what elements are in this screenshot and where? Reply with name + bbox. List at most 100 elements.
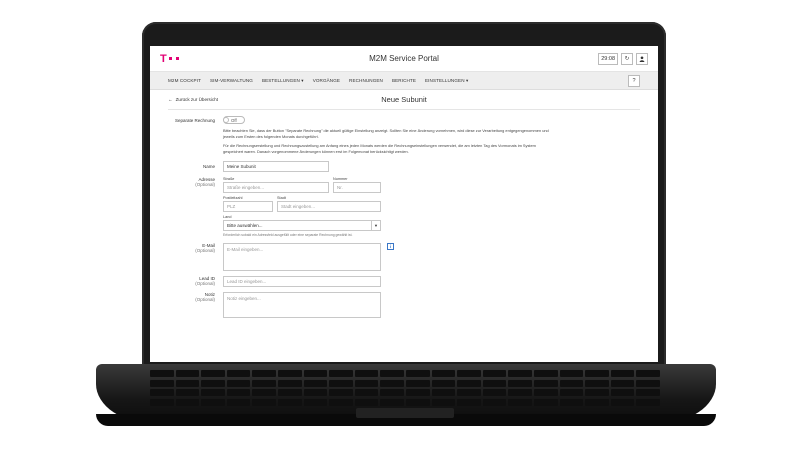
keyboard-key xyxy=(585,398,609,406)
name-label: Name xyxy=(202,163,215,169)
keyboard-key xyxy=(610,398,635,406)
nav-item-processes[interactable]: Vorgänge xyxy=(313,78,340,83)
number-label: Nummer xyxy=(333,176,348,181)
keyboard-key xyxy=(226,379,251,387)
keyboard-key xyxy=(636,379,660,387)
lead-id-label: Lead ID (Optional) xyxy=(195,275,215,287)
nav-item-cockpit[interactable]: M2M Cockpit xyxy=(168,78,201,83)
keyboard-key xyxy=(329,398,353,406)
laptop-trackpad xyxy=(356,408,454,418)
keyboard-key xyxy=(150,370,174,377)
keyboard-key xyxy=(482,370,507,377)
keyboard-key xyxy=(226,398,251,406)
help-button[interactable]: ? xyxy=(628,74,640,87)
keyboard-key xyxy=(534,389,558,396)
keyboard-key xyxy=(457,379,481,387)
keyboard-key xyxy=(610,379,635,387)
keyboard-key xyxy=(406,389,430,396)
refresh-icon[interactable]: ↻ xyxy=(621,52,633,65)
keyboard-key xyxy=(559,370,584,377)
keyboard-key xyxy=(585,389,609,396)
keyboard-key xyxy=(354,379,379,387)
nav-item-settings[interactable]: Einstellungen ▾ xyxy=(425,78,468,84)
app-screen: T M2M Service Portal 29:08 ↻ M2M Cockpit… xyxy=(150,46,658,362)
address-label: Adresse (Optional) xyxy=(195,176,215,188)
keyboard-key xyxy=(354,370,379,377)
arrow-left-icon: ← xyxy=(168,97,173,102)
keyboard-key xyxy=(278,398,302,406)
country-label: Land xyxy=(223,214,232,219)
keyboard-key xyxy=(431,379,456,387)
keyboard-key xyxy=(252,398,276,406)
keyboard-key xyxy=(406,379,430,387)
keyboard-key xyxy=(175,389,200,396)
notes-input[interactable]: Notiz eingeben... xyxy=(223,291,381,318)
nav-item-orders[interactable]: Bestellungen ▾ xyxy=(262,78,304,84)
main-nav: M2M Cockpit SIM-Verwaltung Bestellungen … xyxy=(150,72,658,90)
city-input[interactable]: Stadt eingeben... xyxy=(277,200,381,212)
keyboard-key xyxy=(508,370,532,377)
keyboard-key xyxy=(534,379,558,387)
keyboard-key xyxy=(534,398,558,406)
nav-item-invoices[interactable]: Rechnungen xyxy=(349,78,383,83)
keyboard-key xyxy=(201,370,225,377)
notes-label: Notiz (Optional) xyxy=(195,291,215,303)
keyboard-key xyxy=(508,398,532,406)
keyboard-key xyxy=(329,389,353,396)
keyboard-key xyxy=(585,370,609,377)
keyboard-key xyxy=(303,370,328,377)
keyboard-key xyxy=(482,389,507,396)
keyboard-key xyxy=(303,398,328,406)
keyboard-key xyxy=(380,370,404,377)
number-input[interactable]: Nr. xyxy=(333,181,381,193)
keyboard-key xyxy=(150,398,174,406)
zip-input[interactable]: PLZ xyxy=(223,200,273,212)
session-timer: 29:08 xyxy=(598,52,618,65)
keyboard-key xyxy=(201,398,225,406)
back-link[interactable]: ← Zurück zur Übersicht xyxy=(168,97,218,102)
keyboard-key xyxy=(585,379,609,387)
keyboard-key xyxy=(150,379,174,387)
keyboard-key xyxy=(636,370,660,377)
keyboard-key xyxy=(610,370,635,377)
keyboard-key xyxy=(431,389,456,396)
keyboard-key xyxy=(278,389,302,396)
keyboard-key xyxy=(175,370,200,377)
country-select[interactable]: Bitte auswählen... ▼ xyxy=(223,219,381,231)
street-label: Straße xyxy=(223,176,235,181)
zip-label: Postleitzahl xyxy=(223,195,243,200)
keyboard-key xyxy=(278,379,302,387)
keyboard-key xyxy=(226,389,251,396)
keyboard-key xyxy=(303,389,328,396)
keyboard-key xyxy=(559,379,584,387)
toggle-knob xyxy=(223,117,229,123)
keyboard-key xyxy=(636,398,660,406)
info-icon[interactable]: i xyxy=(387,242,394,250)
country-help-text: Erforderlich sobald ein Adressfeld ausge… xyxy=(223,232,353,237)
user-icon[interactable] xyxy=(636,52,648,65)
keyboard-key xyxy=(559,398,584,406)
keyboard-key xyxy=(431,398,456,406)
keyboard-key xyxy=(201,379,225,387)
keyboard-key xyxy=(354,389,379,396)
street-input[interactable]: Straße eingeben... xyxy=(223,181,329,193)
portal-title: M2M Service Portal xyxy=(369,54,439,63)
keyboard-key xyxy=(508,379,532,387)
keyboard-key xyxy=(226,370,251,377)
city-label: Stadt xyxy=(277,195,286,200)
lead-id-input[interactable]: Lead ID eingeben... xyxy=(223,275,381,287)
keyboard-key xyxy=(457,389,481,396)
keyboard-key xyxy=(303,379,328,387)
nav-item-sim[interactable]: SIM-Verwaltung xyxy=(210,78,253,83)
nav-item-reports[interactable]: Berichte xyxy=(392,78,416,83)
keyboard-key xyxy=(559,389,584,396)
invoice-info-text-2: Für die Rechnungserstellung und Rechnung… xyxy=(223,143,536,154)
telekom-logo[interactable]: T xyxy=(160,53,179,65)
keyboard-key xyxy=(380,389,404,396)
email-input[interactable]: E-Mail eingeben... xyxy=(223,242,381,271)
separate-invoice-toggle[interactable]: Off xyxy=(223,116,245,124)
keyboard-key xyxy=(431,370,456,377)
name-input[interactable]: Meine Subunit xyxy=(223,160,329,172)
keyboard-key xyxy=(457,398,481,406)
keyboard-key xyxy=(329,379,353,387)
